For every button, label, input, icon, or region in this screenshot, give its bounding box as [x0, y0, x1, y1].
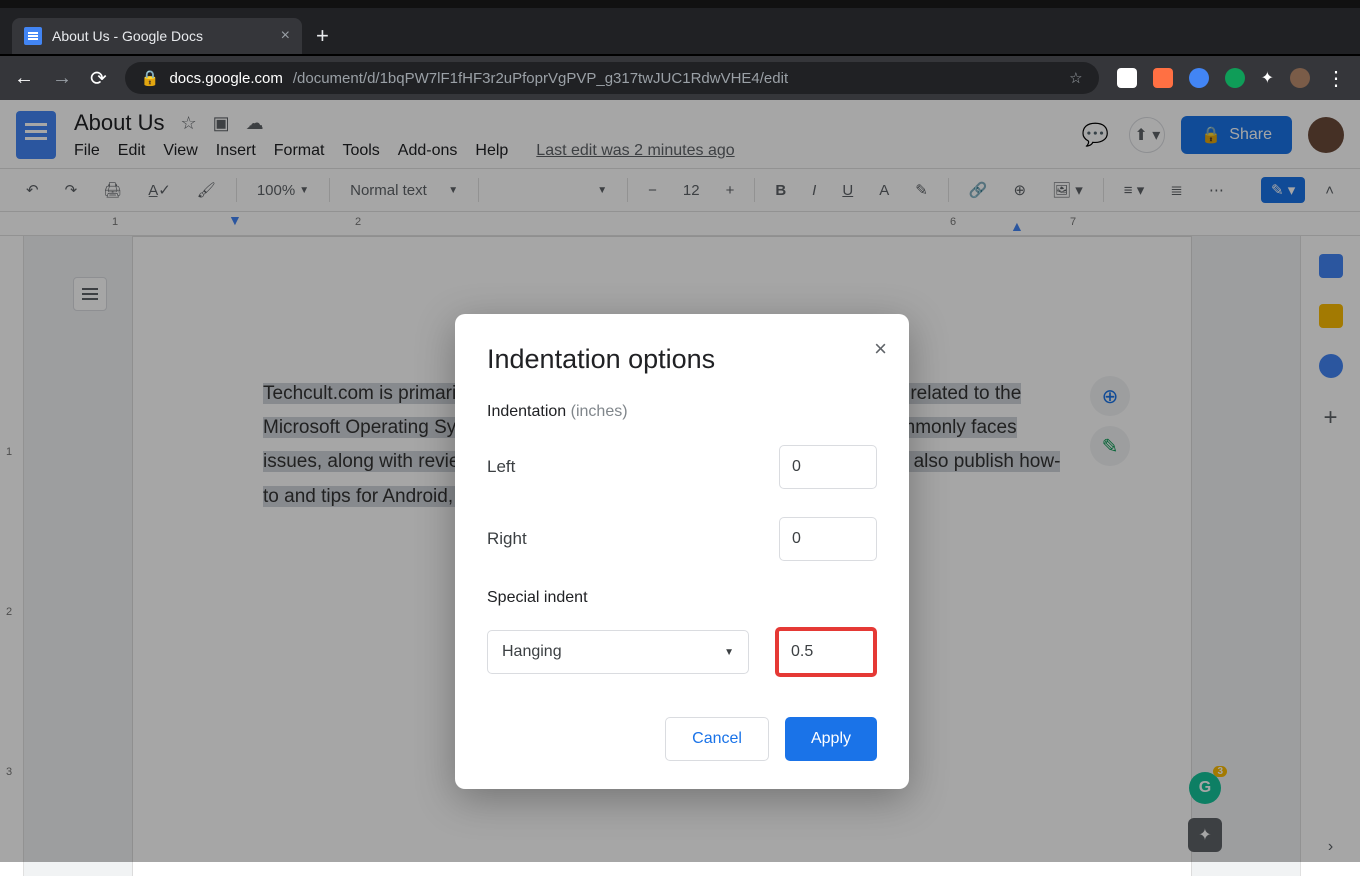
url-path: /document/d/1bqPW7lF1fHF3r2uPfoprVgPVP_g… [293, 70, 788, 87]
special-indent-label: Special indent [487, 589, 588, 606]
chevron-down-icon: ▼ [724, 647, 734, 658]
extension-icon[interactable] [1117, 68, 1137, 88]
right-indent-label: Right [487, 529, 779, 549]
bookmark-star-icon[interactable]: ☆ [1069, 69, 1082, 87]
special-indent-value: Hanging [502, 643, 562, 661]
indentation-options-dialog: × Indentation options Indentation (inche… [455, 314, 909, 789]
cancel-button[interactable]: Cancel [665, 717, 769, 761]
browser-tab[interactable]: About Us - Google Docs × [12, 18, 302, 54]
reload-icon[interactable]: ⟳ [90, 66, 107, 91]
url-host: docs.google.com [169, 70, 282, 87]
profile-avatar-icon[interactable] [1290, 68, 1310, 88]
special-indent-amount-input[interactable] [775, 627, 877, 677]
extensions-puzzle-icon[interactable]: ✦ [1261, 68, 1274, 88]
browser-tabstrip: About Us - Google Docs × + [0, 8, 1360, 54]
tab-title: About Us - Google Docs [52, 28, 203, 44]
address-bar: ← → ⟳ 🔒 docs.google.com/document/d/1bqPW… [0, 56, 1360, 100]
google-docs-app: About Us ☆ ▣ ☁ File Edit View Insert For… [0, 100, 1360, 862]
apply-button[interactable]: Apply [785, 717, 877, 761]
extension-icon[interactable] [1225, 68, 1245, 88]
left-indent-input[interactable] [779, 445, 877, 489]
kebab-menu-icon[interactable]: ⋮ [1326, 66, 1346, 91]
left-indent-label: Left [487, 457, 779, 477]
extension-icon[interactable] [1153, 68, 1173, 88]
url-field[interactable]: 🔒 docs.google.com/document/d/1bqPW7lF1fH… [125, 62, 1099, 94]
new-tab-button[interactable]: + [302, 18, 343, 54]
forward-icon[interactable]: → [52, 67, 72, 90]
right-indent-input[interactable] [779, 517, 877, 561]
close-tab-icon[interactable]: × [281, 27, 290, 45]
section-unit: (inches) [571, 403, 628, 420]
extension-row: ✦ ⋮ [1117, 66, 1346, 91]
back-icon[interactable]: ← [14, 67, 34, 90]
lock-icon: 🔒 [141, 69, 160, 87]
docs-favicon-icon [24, 27, 42, 45]
special-indent-select[interactable]: Hanging ▼ [487, 630, 749, 674]
dialog-title: Indentation options [487, 344, 877, 375]
extension-icon[interactable] [1189, 68, 1209, 88]
close-dialog-icon[interactable]: × [874, 336, 887, 362]
section-label: Indentation [487, 403, 566, 420]
